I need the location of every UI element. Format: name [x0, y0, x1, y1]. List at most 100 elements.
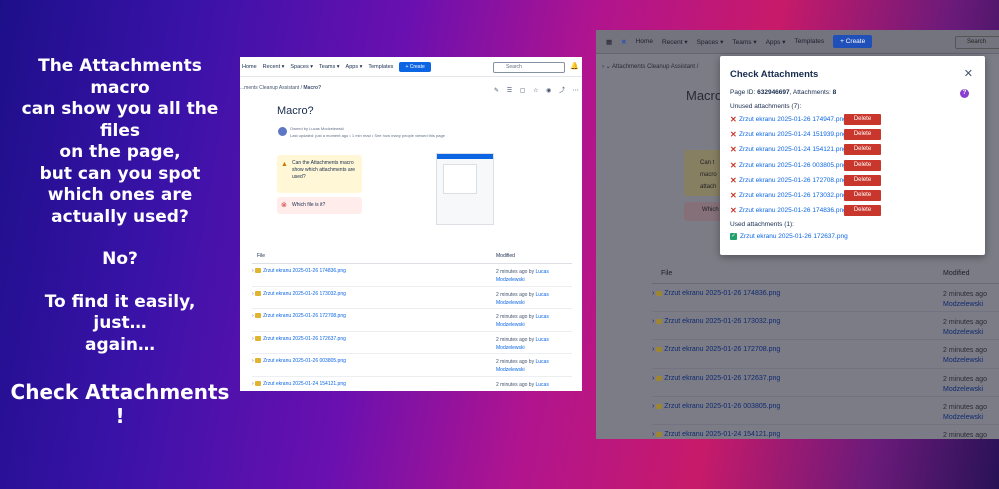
nav-home[interactable]: Home	[242, 64, 257, 70]
create-button[interactable]: + Create	[399, 61, 431, 72]
author-link[interactable]: Modzelewski	[943, 329, 983, 336]
nav-apps[interactable]: Apps ▾	[346, 64, 363, 70]
file-cell[interactable]: › Zrzut ekranu 2025-01-26 172708.png	[252, 313, 496, 331]
help-icon[interactable]: ?	[960, 89, 969, 98]
file-link[interactable]: Zrzut ekranu 2025-01-26 174836.png	[263, 268, 346, 274]
table-row: › Zrzut ekranu 2025-01-26 003805.png 2 mi…	[652, 397, 999, 425]
check-attachments-dialog: Check Attachments ✕ ? Page ID: 632946697…	[720, 56, 985, 255]
nav-recent[interactable]: Recent ▾	[662, 38, 688, 46]
author-link[interactable]: Modzelewski	[496, 300, 525, 306]
attachment-link[interactable]: Zrzut ekranu 2025-01-26 174836.png	[739, 207, 847, 214]
attachment-link[interactable]: Zrzut ekranu 2025-01-26 174947.png	[739, 116, 847, 123]
breadcrumb-space[interactable]: Attachments Cleanup Assistant /	[612, 64, 698, 70]
promo-line: actually used?	[51, 206, 189, 227]
col-modified-header[interactable]: Modified	[496, 253, 515, 263]
author-link[interactable]: Lucas	[535, 292, 548, 298]
file-cell[interactable]: › Zrzut ekranu 2025-01-26 174836.png	[652, 290, 943, 311]
breadcrumb-space[interactable]: ...ments Cleanup Assistant	[240, 85, 299, 91]
nav-spaces[interactable]: Spaces ▾	[697, 38, 724, 46]
file-cell[interactable]: › Zrzut ekranu 2025-01-24 154121.png	[652, 431, 943, 439]
unused-attachment-item: ✕ Zrzut ekranu 2025-01-26 003805.png Delet…	[730, 158, 975, 173]
author-link[interactable]: Modzelewski	[943, 357, 983, 364]
delete-button[interactable]: Delete	[844, 189, 881, 201]
modified-cell: 2 minutes ago by Lucas Modzelewski	[496, 313, 549, 331]
file-cell[interactable]: › Zrzut ekranu 2025-01-26 173032.png	[252, 290, 496, 309]
modified-time: 2 minutes ago	[943, 403, 987, 411]
warning-panel: Can t macro attach	[684, 150, 722, 196]
author-link[interactable]: Modzelewski	[496, 345, 525, 351]
breadcrumb-page[interactable]: Macro?	[303, 85, 321, 91]
file-cell[interactable]: › Zrzut ekranu 2025-01-24 154121.png	[252, 380, 496, 391]
nav-teams[interactable]: Teams ▾	[732, 38, 756, 46]
promo-text: The Attachments macro can show you all th…	[6, 56, 234, 428]
file-link[interactable]: Zrzut ekranu 2025-01-26 172708.png	[664, 346, 780, 353]
file-link[interactable]: Zrzut ekranu 2025-01-26 003805.png	[263, 358, 346, 364]
author-link[interactable]: Modzelewski	[496, 367, 525, 373]
nav-spaces[interactable]: Spaces ▾	[290, 64, 313, 70]
attachment-link[interactable]: Zrzut ekranu 2025-01-24 151939.png	[739, 131, 847, 138]
author-link[interactable]: Modzelewski	[496, 322, 525, 328]
delete-button[interactable]: Delete	[844, 129, 881, 141]
delete-button[interactable]: Delete	[844, 159, 881, 171]
create-button[interactable]: + Create	[833, 35, 873, 48]
search-input[interactable]: Search	[955, 36, 999, 49]
delete-button[interactable]: Delete	[844, 205, 881, 217]
attachment-link[interactable]: Zrzut ekranu 2025-01-26 003805.png	[739, 162, 847, 169]
delete-button[interactable]: Delete	[844, 174, 881, 186]
file-cell[interactable]: › Zrzut ekranu 2025-01-26 003805.png	[652, 403, 943, 424]
close-icon[interactable]: ✕	[964, 67, 973, 80]
file-link[interactable]: Zrzut ekranu 2025-01-26 172708.png	[263, 313, 346, 319]
bell-icon[interactable]: 🔔	[570, 62, 579, 70]
nav-home[interactable]: Home	[636, 38, 653, 45]
file-cell[interactable]: › Zrzut ekranu 2025-01-26 172708.png	[652, 346, 943, 367]
promo-line: No?	[102, 249, 138, 269]
file-cell[interactable]: › Zrzut ekranu 2025-01-26 003805.png	[252, 358, 496, 376]
author-link[interactable]: Modzelewski	[496, 277, 525, 283]
nav-teams[interactable]: Teams ▾	[319, 64, 340, 70]
attachment-link[interactable]: Zrzut ekranu 2025-01-24 154121.png	[739, 146, 847, 153]
author-link[interactable]: Lucas	[535, 382, 548, 388]
file-cell[interactable]: › Zrzut ekranu 2025-01-26 173032.png	[652, 318, 943, 339]
image-file-icon	[656, 403, 663, 409]
file-cell[interactable]: › Zrzut ekranu 2025-01-26 174836.png	[252, 268, 496, 286]
confluence-logo-icon[interactable]: ✕	[621, 38, 626, 46]
author-link[interactable]: Modzelewski	[943, 414, 983, 421]
attachment-link[interactable]: Zrzut ekranu 2025-01-26 172637.png	[740, 233, 848, 240]
search-input[interactable]: Search	[493, 62, 565, 73]
nav-templates[interactable]: Templates	[794, 38, 824, 45]
nav-recent[interactable]: Recent ▾	[263, 64, 285, 70]
author-link[interactable]: Modzelewski	[943, 301, 983, 308]
attachment-link[interactable]: Zrzut ekranu 2025-01-26 173032.png	[739, 192, 847, 199]
delete-button[interactable]: Delete	[844, 114, 881, 125]
file-link[interactable]: Zrzut ekranu 2025-01-24 154121.png	[263, 381, 346, 387]
file-link[interactable]: Zrzut ekranu 2025-01-24 154121.png	[664, 431, 780, 438]
author-link[interactable]: Lucas	[535, 359, 548, 365]
col-modified-header[interactable]: Modified	[943, 270, 969, 283]
nav-templates[interactable]: Templates	[368, 64, 393, 70]
author-link[interactable]: Modzelewski	[943, 386, 983, 393]
promo-lines: The Attachments macro can show you all th…	[6, 56, 234, 356]
file-link[interactable]: Zrzut ekranu 2025-01-26 172637.png	[664, 375, 780, 382]
page-actions-icons[interactable]: ✎ ☰ ▢ ☆ ◉ ⤴ ⋯	[494, 85, 582, 94]
promo-line	[6, 271, 234, 292]
file-link[interactable]: Zrzut ekranu 2025-01-26 003805.png	[664, 403, 780, 410]
embedded-image-thumbnail[interactable]	[436, 153, 494, 225]
apps-grid-icon[interactable]: ▦	[606, 38, 612, 46]
col-file-header[interactable]: File	[652, 270, 943, 283]
author-link[interactable]: Lucas	[535, 337, 548, 343]
author-link[interactable]: Lucas	[535, 269, 548, 275]
file-cell[interactable]: › Zrzut ekranu 2025-01-26 172637.png	[652, 375, 943, 396]
chevron-right-icon[interactable]: ›	[602, 64, 604, 70]
file-link[interactable]: Zrzut ekranu 2025-01-26 173032.png	[263, 291, 346, 297]
delete-button[interactable]: Delete	[844, 144, 881, 156]
author-link[interactable]: Lucas	[535, 314, 548, 320]
unused-attachment-item: ✕ Zrzut ekranu 2025-01-26 173032.png Delet…	[730, 188, 975, 203]
file-link[interactable]: Zrzut ekranu 2025-01-26 173032.png	[664, 318, 780, 325]
chevron-down-icon[interactable]: ⌄	[606, 64, 611, 70]
col-file-header[interactable]: File	[252, 253, 496, 263]
attachment-link[interactable]: Zrzut ekranu 2025-01-26 172708.png	[739, 177, 847, 184]
nav-apps[interactable]: Apps ▾	[766, 38, 786, 46]
file-cell[interactable]: › Zrzut ekranu 2025-01-26 172637.png	[252, 335, 496, 354]
file-link[interactable]: Zrzut ekranu 2025-01-26 172637.png	[263, 336, 346, 342]
file-link[interactable]: Zrzut ekranu 2025-01-26 174836.png	[664, 290, 780, 297]
